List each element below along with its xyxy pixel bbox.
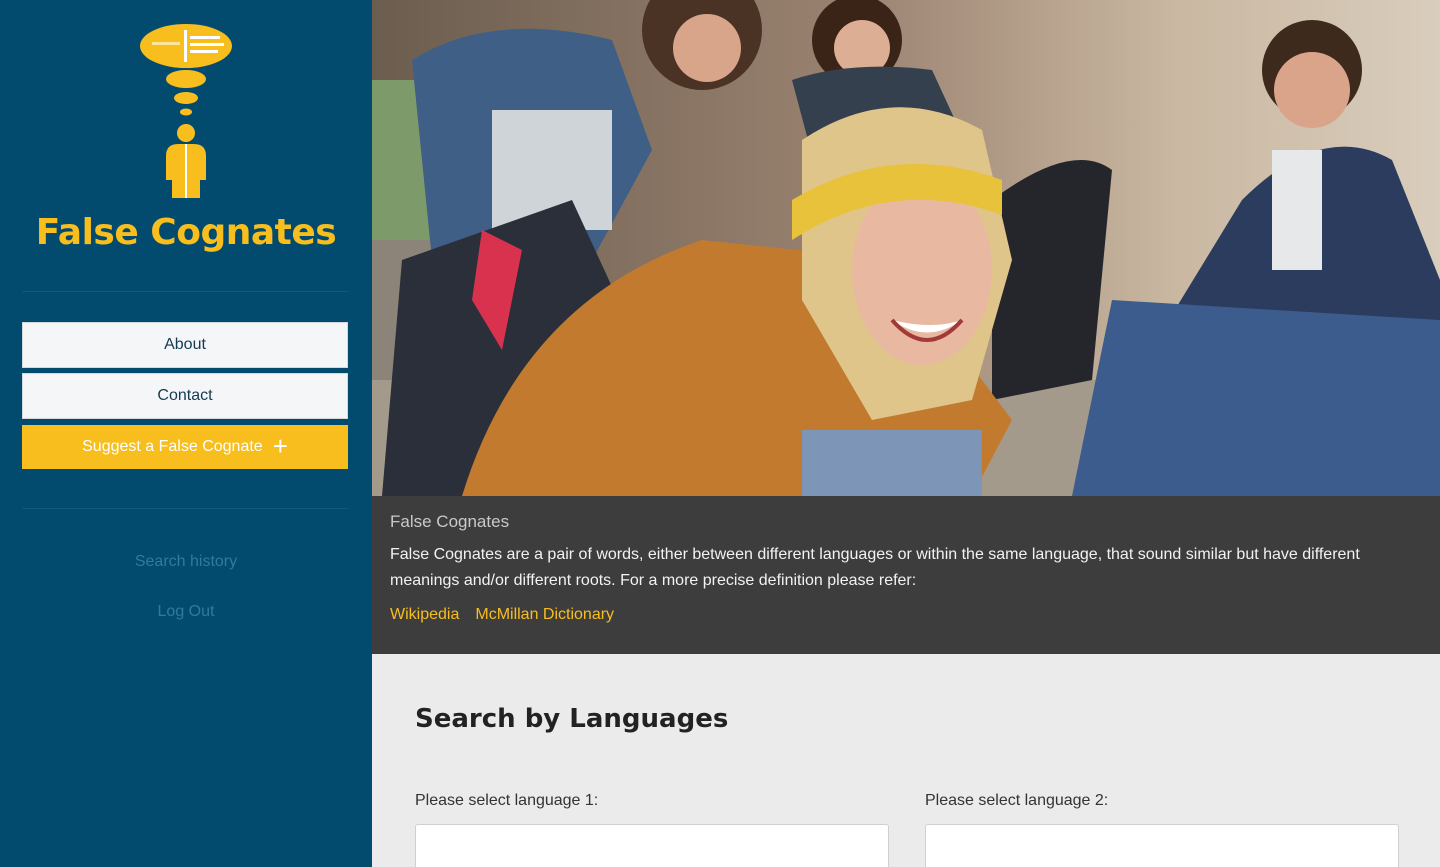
language1-label: Please select language 1: xyxy=(415,792,599,809)
hero-photo-illustration xyxy=(372,0,1440,496)
language1-select[interactable] xyxy=(415,824,889,867)
search-section: Search by Languages Please select langua… xyxy=(372,654,1440,867)
search-history-link[interactable]: Search history xyxy=(0,553,372,571)
suggest-button-label: Suggest a False Cognate xyxy=(82,438,263,455)
hero-photo xyxy=(372,0,1440,496)
brand-title: False Cognates xyxy=(35,212,337,253)
language2-label: Please select language 2: xyxy=(925,792,1109,809)
info-section: False Cognates False Cognates are a pair… xyxy=(372,496,1440,654)
reference-links: Wikipedia McMillan Dictionary xyxy=(390,606,1422,624)
search-title: Search by Languages xyxy=(415,704,729,734)
info-title: False Cognates xyxy=(390,512,510,531)
about-button[interactable]: About xyxy=(22,322,348,368)
suggest-false-cognate-button[interactable]: Suggest a False Cognate + xyxy=(22,425,348,469)
mcmillan-dictionary-link[interactable]: McMillan Dictionary xyxy=(475,606,614,624)
false-cognates-logo-icon[interactable] xyxy=(138,22,234,202)
contact-button[interactable]: Contact xyxy=(22,373,348,419)
wikipedia-link[interactable]: Wikipedia xyxy=(390,606,459,624)
plus-icon: + xyxy=(272,431,288,461)
language2-select[interactable] xyxy=(925,824,1399,867)
sidebar-divider xyxy=(22,291,348,292)
log-out-link[interactable]: Log Out xyxy=(0,603,372,621)
sidebar-divider xyxy=(22,508,348,509)
info-description: False Cognates are a pair of words, eith… xyxy=(390,546,1360,589)
sidebar: False Cognates About Contact Suggest a F… xyxy=(0,0,372,867)
